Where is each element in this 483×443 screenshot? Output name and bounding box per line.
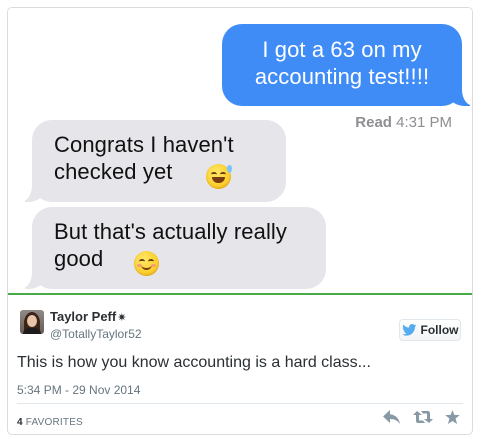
favorites-number: 4 [17,417,23,428]
reply-icon[interactable] [383,410,401,424]
display-name[interactable]: Taylor Peff✷ [50,309,126,324]
follow-label: Follow [420,323,459,337]
sent-message-text: I got a 63 on my accounting test!!!! [254,37,430,89]
tweet-divider [17,403,463,404]
screen-name[interactable]: @TotallyTaylor52 [50,327,142,341]
avatar[interactable] [20,310,44,334]
twitter-bird-icon [401,324,416,336]
received-message-text: But that's actually really good [54,219,288,271]
received-message-bubble: But that's actually really good [18,207,326,289]
tweet-actions [383,410,460,424]
favorites-label: FAVORITES [25,417,83,428]
favorite-star-icon[interactable] [445,410,460,424]
smiling-blush-emoji-icon [134,251,159,276]
name-symbol: ✷ [117,312,127,324]
tweet-timestamp[interactable]: 5:34 PM - 29 Nov 2014 [17,383,140,397]
retweet-icon[interactable] [413,410,433,424]
favorites-count[interactable]: 4 FAVORITES [17,417,83,428]
sent-message-bubble: I got a 63 on my accounting test!!!! [222,24,472,106]
received-message-bubble: Congrats I haven't checked yet [18,120,286,202]
imessage-screenshot: I got a 63 on my accounting test!!!! Rea… [8,8,472,293]
follow-button[interactable]: Follow [399,319,461,341]
read-label: Read [355,114,392,131]
grinning-sweat-emoji-icon [206,164,232,189]
tweet: Taylor Peff✷ @TotallyTaylor52 Follow Thi… [8,295,472,434]
read-receipt: Read 4:31 PM [355,114,452,131]
tweet-text: This is how you know accounting is a har… [17,354,371,371]
read-time: 4:31 PM [396,114,452,131]
embedded-tweet-card: I got a 63 on my accounting test!!!! Rea… [7,7,473,435]
